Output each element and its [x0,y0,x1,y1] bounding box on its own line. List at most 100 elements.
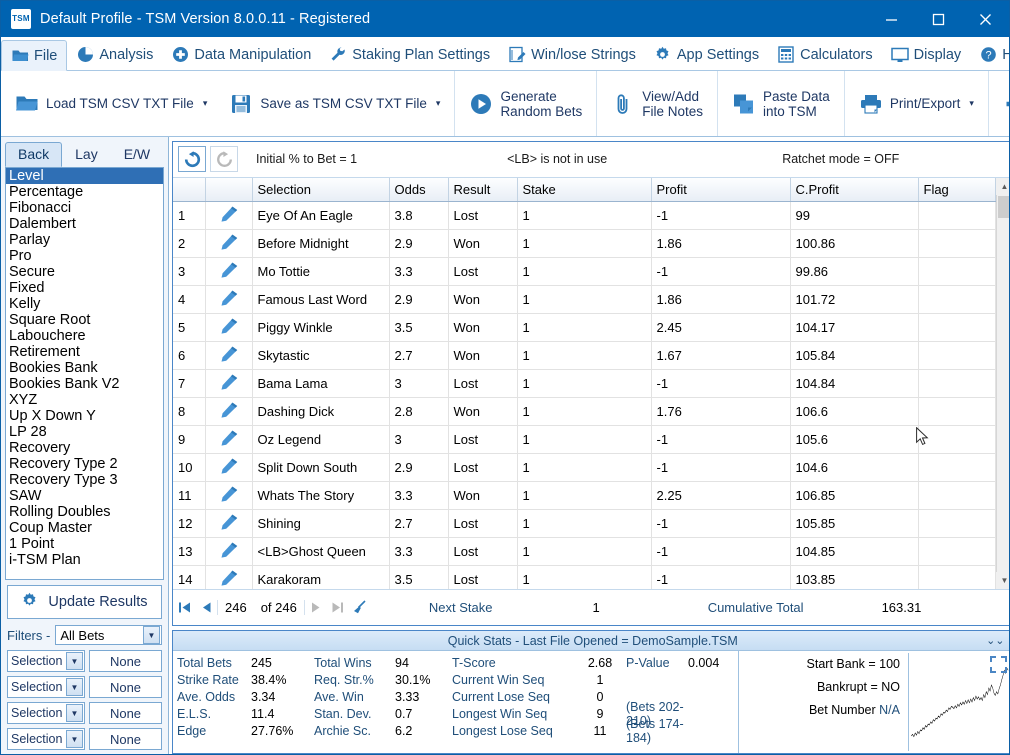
last-page-icon[interactable] [327,596,349,620]
cell-selection[interactable]: Eye Of An Eagle [252,202,389,230]
plan-list-item[interactable]: Bookies Bank V2 [6,376,163,392]
cell-stake[interactable]: 1 [517,258,651,286]
cell-result[interactable]: Won [448,342,517,370]
cell-selection[interactable]: Mo Tottie [252,258,389,286]
cell-stake[interactable]: 1 [517,426,651,454]
cell-odds[interactable]: 2.7 [389,342,448,370]
plan-list-item[interactable]: Rolling Doubles [6,504,163,520]
minimize-icon[interactable] [868,1,915,37]
cell-result[interactable]: Won [448,286,517,314]
plan-list-item[interactable]: Dalembert [6,216,163,232]
table-row[interactable]: 12Shining2.7Lost1-1105.85 [173,510,995,538]
cell-selection[interactable]: Before Midnight [252,230,389,258]
cell-flag[interactable] [918,538,995,566]
menu-item-calculators[interactable]: Calculators [768,39,882,70]
plan-list-item[interactable]: Level [6,168,163,184]
selection-value-field[interactable]: None [89,650,162,672]
scroll-up-icon[interactable]: ▲ [996,178,1010,195]
table-row[interactable]: 13<LB>Ghost Queen3.3Lost1-1104.85 [173,538,995,566]
plan-list-item[interactable]: Fibonacci [6,200,163,216]
cell-odds[interactable]: 2.9 [389,230,448,258]
column-header[interactable] [205,178,252,202]
cell-stake[interactable]: 1 [517,314,651,342]
cell-flag[interactable] [918,370,995,398]
cell-result[interactable]: Lost [448,510,517,538]
cell-result[interactable]: Won [448,230,517,258]
chevron-down-icon[interactable]: ▼ [66,704,83,722]
plan-list-item[interactable]: SAW [6,488,163,504]
cell-selection[interactable]: Karakoram [252,566,389,590]
tab-lay[interactable]: Lay [62,142,111,167]
column-header[interactable] [173,178,205,202]
column-header[interactable]: Selection [252,178,389,202]
column-header[interactable]: Odds [389,178,448,202]
cell-selection[interactable]: Shining [252,510,389,538]
edit-row-icon[interactable] [205,314,252,342]
expand-icon[interactable] [990,656,1007,678]
cell-stake[interactable]: 1 [517,510,651,538]
table-row[interactable]: 4Famous Last Word2.9Won11.86101.72 [173,286,995,314]
table-row[interactable]: 14Karakoram3.5Lost1-1103.85 [173,566,995,590]
scroll-down-icon[interactable]: ▼ [996,572,1010,589]
cell-flag[interactable] [918,566,995,590]
cell-flag[interactable] [918,202,995,230]
table-row[interactable]: 6Skytastic2.7Won11.67105.84 [173,342,995,370]
table-row[interactable]: 10Split Down South2.9Lost1-1104.6 [173,454,995,482]
profit-chart[interactable] [908,653,1010,751]
plan-list-item[interactable]: i-TSM Plan [6,552,163,568]
chevron-down-icon[interactable]: ▼ [66,678,83,696]
menu-item-win-lose-strings[interactable]: Win/lose Strings [499,39,645,70]
cell-odds[interactable]: 2.8 [389,398,448,426]
cell-result[interactable]: Won [448,314,517,342]
generate-random-bets-button[interactable]: Generate Random Bets [465,85,586,123]
cell-flag[interactable] [918,454,995,482]
edit-row-icon[interactable] [205,426,252,454]
print-export-button[interactable]: Print/Export ▾ [855,88,978,120]
edit-row-icon[interactable] [205,258,252,286]
paste-data-into-tsm-button[interactable]: Paste Data into TSM [728,85,834,123]
cell-result[interactable]: Lost [448,202,517,230]
edit-row-icon[interactable] [205,342,252,370]
previous-page-icon[interactable] [195,596,217,620]
cell-odds[interactable]: 2.7 [389,510,448,538]
table-row[interactable]: 8Dashing Dick2.8Won11.76106.6 [173,398,995,426]
scrollbar-thumb[interactable] [998,196,1010,218]
chevron-down-icon[interactable]: ▼ [66,730,83,748]
undo-icon[interactable] [178,146,206,172]
plan-list-item[interactable]: Secure [6,264,163,280]
filters-select[interactable]: All Bets ▼ [55,625,162,645]
column-header[interactable]: Flag [918,178,995,202]
plan-list-item[interactable]: Kelly [6,296,163,312]
cell-selection[interactable]: Skytastic [252,342,389,370]
cell-flag[interactable] [918,426,995,454]
cell-flag[interactable] [918,314,995,342]
cell-result[interactable]: Lost [448,426,517,454]
menu-item-app-settings[interactable]: App Settings [645,39,768,70]
chevron-down-icon[interactable]: ▾ [203,98,208,109]
update-results-button[interactable]: Update Results [7,585,162,619]
cell-result[interactable]: Lost [448,370,517,398]
cell-result[interactable]: Lost [448,258,517,286]
selection-value-field[interactable]: None [89,728,162,750]
cell-stake[interactable]: 1 [517,454,651,482]
column-header[interactable]: Result [448,178,517,202]
cell-result[interactable]: Lost [448,454,517,482]
menu-item-help[interactable]: ? Help [970,39,1010,70]
cell-odds[interactable]: 2.9 [389,286,448,314]
edit-row-icon[interactable] [205,202,252,230]
next-page-icon[interactable] [305,596,327,620]
cell-stake[interactable]: 1 [517,202,651,230]
cell-result[interactable]: Lost [448,538,517,566]
save-as-tsm-csv-txt-file-button[interactable]: Save as TSM CSV TXT File ▾ [225,88,444,120]
menu-item-data-manipulation[interactable]: Data Manipulation [162,39,320,70]
cell-selection[interactable]: Piggy Winkle [252,314,389,342]
cell-odds[interactable]: 3.8 [389,202,448,230]
plan-list-item[interactable]: XYZ [6,392,163,408]
cell-odds[interactable]: 3.5 [389,566,448,590]
cell-stake[interactable]: 1 [517,538,651,566]
cell-selection[interactable]: Whats The Story [252,482,389,510]
view-add-file-notes-button[interactable]: View/Add File Notes [607,85,707,123]
cell-stake[interactable]: 1 [517,482,651,510]
selection-field-select[interactable]: Selection▼ [7,728,85,750]
table-row[interactable]: 2Before Midnight2.9Won11.86100.86 [173,230,995,258]
